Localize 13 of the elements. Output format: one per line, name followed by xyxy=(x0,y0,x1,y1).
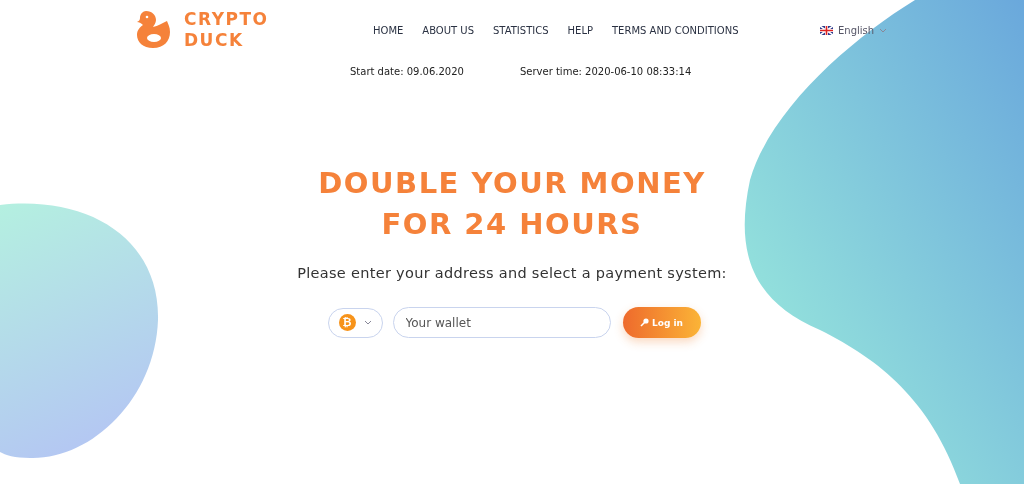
server-time: Server time: 2020-06-10 08:33:14 xyxy=(519,66,692,77)
language-selector[interactable]: English xyxy=(838,24,875,36)
start-date: Start date: 09.06.2020 xyxy=(350,66,464,77)
headline: DOUBLE YOUR MONEY FOR 24 HOURS xyxy=(318,165,706,243)
nav-link[interactable]: HELP xyxy=(567,24,593,36)
nav-link[interactable]: STATISTICS xyxy=(493,24,549,36)
wallet-input-field[interactable]: Your wallet xyxy=(392,307,611,338)
nav-link[interactable]: HOME xyxy=(373,24,404,36)
nav-link[interactable]: TERMS AND CONDITIONS xyxy=(612,24,739,36)
logo-text: CRYPTO DUCK xyxy=(184,9,269,51)
bitcoin-icon: ₿ xyxy=(338,314,356,331)
instruction-text: Please enter your address and select a payment system: xyxy=(297,265,727,281)
nav-link[interactable]: ABOUT US xyxy=(422,24,474,36)
